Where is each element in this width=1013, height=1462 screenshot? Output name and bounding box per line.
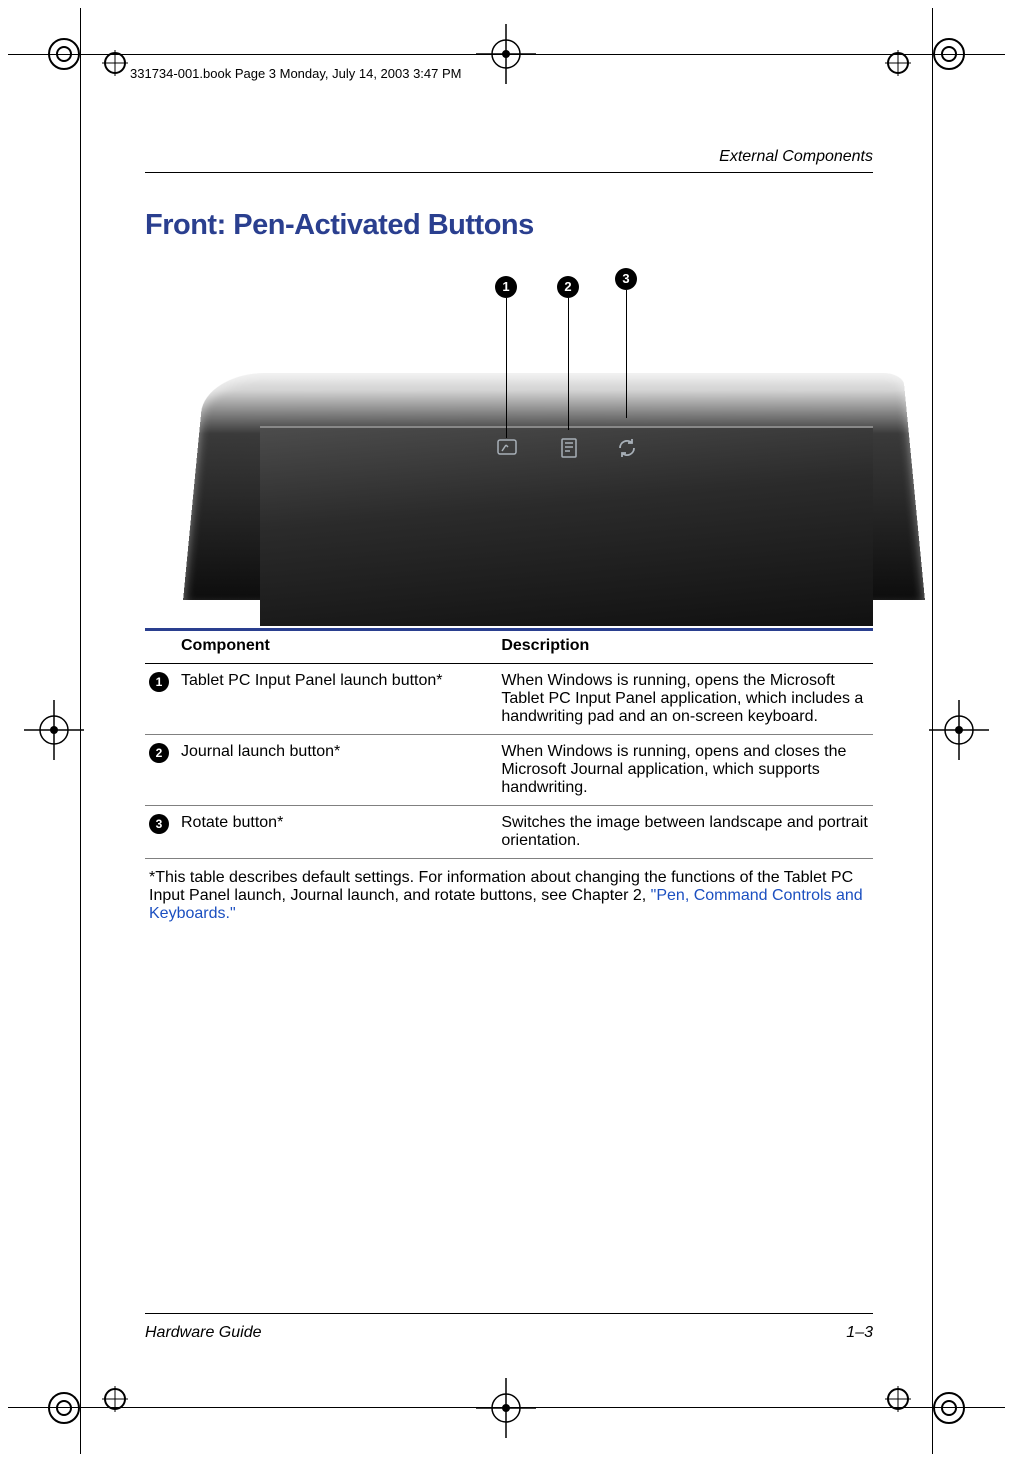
- component-cell: Tablet PC Input Panel launch button*: [177, 664, 497, 735]
- table-header-blank: [145, 630, 177, 664]
- print-guide-icon: [883, 1384, 913, 1414]
- page: 331734-001.book Page 3 Monday, July 14, …: [0, 0, 1013, 1462]
- print-guide-icon: [100, 48, 130, 78]
- page-footer: Hardware Guide 1–3: [145, 1313, 873, 1342]
- registration-mark-icon: [927, 32, 971, 76]
- callout-3: 3: [615, 268, 637, 418]
- footer-right: 1–3: [846, 1324, 873, 1342]
- registration-mark-icon: [42, 32, 86, 76]
- table-row: 1 Tablet PC Input Panel launch button* W…: [145, 664, 873, 735]
- footer-left: Hardware Guide: [145, 1324, 262, 1342]
- callout-leader-line: [506, 298, 507, 438]
- callout-bubble: 2: [557, 276, 579, 298]
- components-table: Component Description 1 Tablet PC Input …: [145, 628, 873, 931]
- callout-bubble: 3: [615, 268, 637, 290]
- callout-leader-line: [626, 290, 627, 418]
- callout-1: 1: [495, 276, 517, 438]
- callout-2: 2: [557, 276, 579, 430]
- page-content: External Components Front: Pen-Activated…: [145, 148, 873, 1342]
- row-number-badge: 2: [149, 743, 169, 763]
- footer-rule: [145, 1313, 873, 1314]
- journal-icon: [557, 436, 581, 460]
- input-panel-icon: [495, 436, 519, 460]
- component-cell: Journal launch button*: [177, 735, 497, 806]
- registration-mark-icon: [927, 1386, 971, 1430]
- description-cell: Switches the image between landscape and…: [497, 806, 873, 859]
- crosshair-icon: [476, 24, 536, 84]
- table-footnote-row: *This table describes default settings. …: [145, 859, 873, 932]
- crosshair-icon: [929, 700, 989, 760]
- table-header-description: Description: [497, 630, 873, 664]
- component-cell: Rotate button*: [177, 806, 497, 859]
- description-cell: When Windows is running, opens and close…: [497, 735, 873, 806]
- table-row: 3 Rotate button* Switches the image betw…: [145, 806, 873, 859]
- registration-mark-icon: [42, 1386, 86, 1430]
- row-number-badge: 1: [149, 672, 169, 692]
- section-title: Front: Pen-Activated Buttons: [145, 209, 873, 242]
- print-guide-icon: [883, 48, 913, 78]
- callout-bubble: 1: [495, 276, 517, 298]
- description-cell: When Windows is running, opens the Micro…: [497, 664, 873, 735]
- table-row: 2 Journal launch button* When Windows is…: [145, 735, 873, 806]
- callout-leader-line: [568, 298, 569, 430]
- printer-header-text: 331734-001.book Page 3 Monday, July 14, …: [130, 66, 462, 81]
- crosshair-icon: [476, 1378, 536, 1438]
- rotate-icon: [615, 436, 639, 460]
- table-header-component: Component: [177, 630, 497, 664]
- row-number-badge: 3: [149, 814, 169, 834]
- running-head-rule: [145, 172, 873, 173]
- running-head: External Components: [145, 148, 873, 166]
- print-guide-icon: [100, 1384, 130, 1414]
- crosshair-icon: [24, 700, 84, 760]
- product-figure: 1 2 3: [145, 268, 873, 588]
